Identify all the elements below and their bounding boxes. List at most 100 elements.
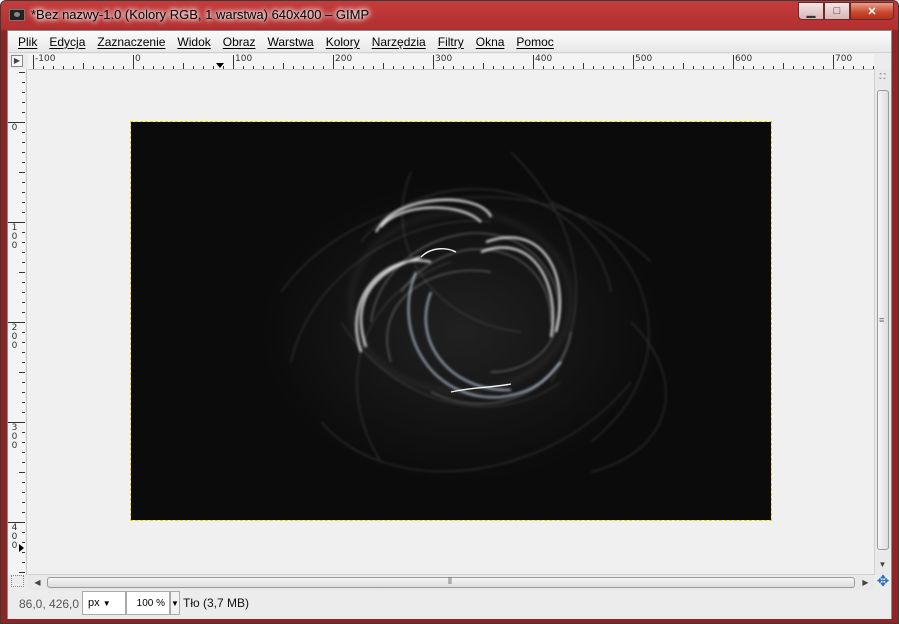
ruler-tick <box>93 66 94 69</box>
scroll-grip-icon: ≡ <box>879 315 885 325</box>
menu-item[interactable]: Plik <box>12 35 43 49</box>
scroll-right-button[interactable]: ▶ <box>858 575 873 590</box>
close-button[interactable]: ✕ <box>850 2 894 20</box>
ruler-tick <box>653 66 654 69</box>
zoom-input[interactable]: 100 % <box>126 591 170 615</box>
ruler-tick <box>293 66 294 69</box>
chevron-down-icon: ▼ <box>171 598 179 608</box>
ruler-label: 100 <box>11 223 18 251</box>
ruler-label: 400 <box>11 523 18 551</box>
zoom-on-resize-toggle[interactable]: ⛶ <box>875 69 890 84</box>
horizontal-scrollbar[interactable]: ◀ ⦀ ▶ <box>28 574 874 590</box>
ruler-tick <box>453 66 454 69</box>
menu-item[interactable]: Obraz <box>217 35 262 49</box>
ruler-tick <box>19 372 25 373</box>
triangle-right-icon: ▶ <box>13 56 21 65</box>
ruler-tick <box>22 312 25 313</box>
unit-selector[interactable]: px ▼ <box>82 591 126 615</box>
horizontal-ruler[interactable]: -100 0 100 200 300 400 500 600 700 <box>28 54 874 70</box>
menu-item[interactable]: Widok <box>171 35 216 49</box>
ruler-tick <box>723 66 724 69</box>
ruler-tick <box>22 132 25 133</box>
arrow-down-icon: ▼ <box>878 560 887 569</box>
navigate-icon[interactable]: ✥ <box>875 574 891 590</box>
ruler-tick <box>22 152 25 153</box>
ruler-tick <box>22 542 25 543</box>
ruler-tick <box>22 462 25 463</box>
ruler-tick <box>563 66 564 69</box>
ruler-tick <box>313 66 314 69</box>
ruler-tick <box>503 66 504 69</box>
ruler-tick <box>22 382 25 383</box>
ruler-tick <box>19 172 25 173</box>
ruler-tick <box>19 472 25 473</box>
ruler-menu-button[interactable]: ▶ <box>11 55 23 67</box>
vertical-ruler[interactable]: 0 100 200 300 400 <box>8 69 27 575</box>
minimize-button[interactable]: ▁ <box>798 2 824 20</box>
ruler-tick <box>793 66 794 69</box>
ruler-tick <box>573 66 574 69</box>
menu-item[interactable]: Okna <box>470 35 511 49</box>
fractal-flame-artwork <box>131 122 771 520</box>
title-bar[interactable]: *Bez nazwy-1.0 (Kolory RGB, 1 warstwa) 6… <box>1 1 898 30</box>
menu-item[interactable]: Pomoc <box>510 35 559 49</box>
ruler-tick <box>22 502 25 503</box>
ruler-tick <box>22 262 25 263</box>
menu-item[interactable]: Zaznaczenie <box>91 35 171 49</box>
ruler-tick <box>343 66 344 69</box>
menu-item[interactable]: Edycja <box>43 35 91 49</box>
menu-item[interactable]: Warstwa <box>261 35 319 49</box>
window-title: *Bez nazwy-1.0 (Kolory RGB, 1 warstwa) 6… <box>31 7 370 22</box>
maximize-button[interactable]: □ <box>824 2 850 20</box>
ruler-tick <box>22 82 25 83</box>
ruler-tick <box>633 55 634 69</box>
ruler-tick <box>153 66 154 69</box>
ruler-tick <box>643 66 644 69</box>
ruler-tick <box>333 55 334 69</box>
ruler-tick <box>22 162 25 163</box>
ruler-tick <box>22 342 25 343</box>
zoom-dropdown-button[interactable]: ▼ <box>170 591 180 615</box>
window-controls: ▁ □ ✕ <box>798 2 894 20</box>
ruler-label: 300 <box>435 54 453 64</box>
menu-item[interactable]: Filtry <box>432 35 470 49</box>
vertical-scrollbar[interactable]: ⛶ ≡ ▼ <box>874 69 891 575</box>
scroll-left-button[interactable]: ◀ <box>30 575 45 590</box>
chevron-down-icon: ▼ <box>102 599 111 608</box>
menu-item[interactable]: Narzędzia <box>366 35 432 49</box>
ruler-tick <box>183 63 184 69</box>
ruler-tick <box>513 66 514 69</box>
ruler-tick <box>613 66 614 69</box>
ruler-tick <box>22 282 25 283</box>
ruler-tick <box>22 252 25 253</box>
ruler-tick <box>753 66 754 69</box>
ruler-tick <box>193 66 194 69</box>
ruler-tick <box>323 66 324 69</box>
ruler-tick <box>623 66 624 69</box>
ruler-tick <box>103 66 104 69</box>
ruler-tick <box>63 66 64 69</box>
ruler-tick <box>22 442 25 443</box>
menu-item[interactable]: Kolory <box>320 35 366 49</box>
status-bar: 86,0, 426,0 px ▼ 100 % ▼ Tło (3,7 MB) <box>8 591 891 619</box>
ruler-tick <box>543 66 544 69</box>
quick-mask-toggle[interactable] <box>11 575 24 587</box>
ruler-tick <box>683 63 684 69</box>
image-canvas[interactable] <box>130 121 772 521</box>
ruler-tick <box>583 63 584 69</box>
scroll-down-button[interactable]: ▼ <box>875 557 890 572</box>
ruler-tick <box>593 66 594 69</box>
ruler-tick <box>83 63 84 69</box>
ruler-tick <box>22 112 25 113</box>
canvas-area[interactable] <box>27 70 874 575</box>
ruler-label: 200 <box>11 323 18 351</box>
close-icon: ✕ <box>867 5 877 18</box>
zoom-fit-icon: ⛶ <box>879 71 886 81</box>
ruler-tick <box>463 66 464 69</box>
ruler-tick <box>22 182 25 183</box>
ruler-tick <box>533 55 534 69</box>
pointer-position-marker <box>216 63 224 68</box>
ruler-tick <box>213 66 214 69</box>
layer-info: Tło (3,7 MB) <box>183 596 250 610</box>
ruler-tick <box>22 92 25 93</box>
